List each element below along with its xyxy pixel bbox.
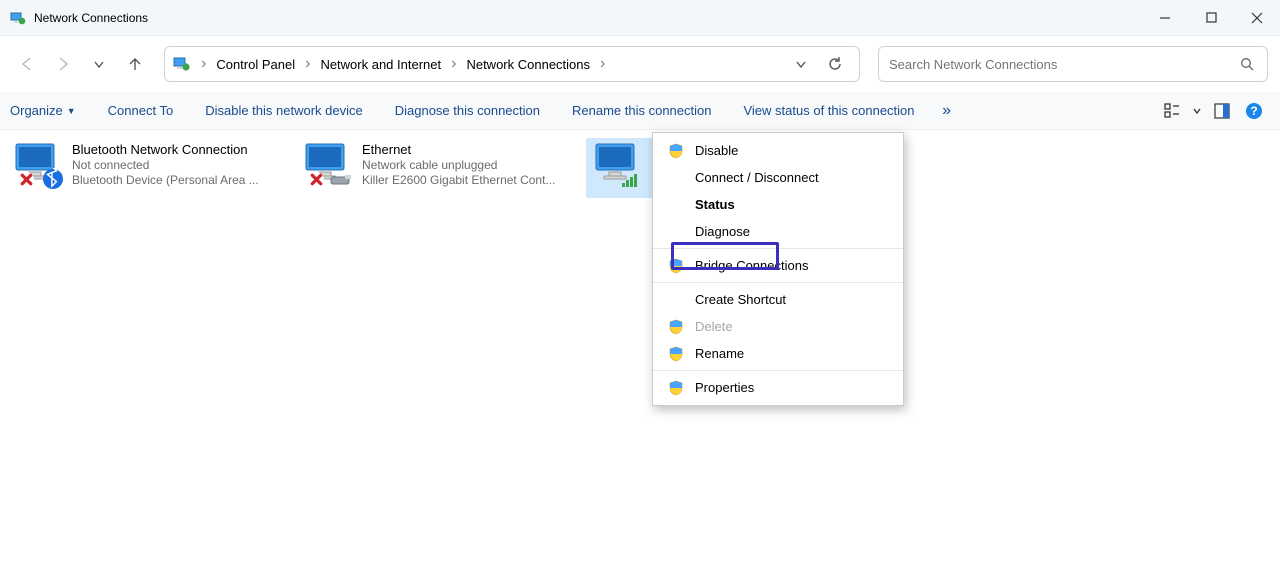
titlebar: Network Connections (0, 0, 1280, 36)
adapter-status: Not connected (72, 158, 259, 172)
chevron-down-icon: ▼ (67, 106, 76, 116)
preview-pane-button[interactable] (1206, 95, 1238, 127)
minimize-button[interactable] (1142, 0, 1188, 36)
address-dropdown[interactable] (785, 48, 817, 80)
ctx-rename[interactable]: Rename (653, 340, 903, 367)
recent-dropdown[interactable] (84, 49, 114, 79)
view-status-button[interactable]: View status of this connection (727, 103, 930, 118)
adapter-icon (592, 142, 640, 186)
chevron-right-icon[interactable]: › (447, 55, 460, 73)
ctx-bridge[interactable]: Bridge Connections (653, 252, 903, 279)
ctx-diagnose[interactable]: Diagnose (653, 218, 903, 245)
navigation-bar: › Control Panel › Network and Internet ›… (0, 36, 1280, 92)
chevron-right-icon[interactable]: › (197, 55, 210, 73)
shield-icon (667, 345, 685, 363)
chevron-right-icon[interactable]: › (596, 55, 609, 73)
context-menu: Disable Connect / Disconnect Status Diag… (652, 132, 904, 406)
adapter-device: Killer E2600 Gigabit Ethernet Cont... (362, 173, 555, 187)
diagnose-button[interactable]: Diagnose this connection (379, 103, 556, 118)
ctx-connect-disconnect[interactable]: Connect / Disconnect (653, 164, 903, 191)
location-icon (173, 55, 191, 73)
ctx-delete: Delete (653, 313, 903, 340)
search-box[interactable] (878, 46, 1268, 82)
app-icon (10, 10, 26, 26)
adapter-device: Bluetooth Device (Personal Area ... (72, 173, 259, 187)
menu-separator (653, 282, 903, 283)
menu-separator (653, 370, 903, 371)
forward-button[interactable] (48, 49, 78, 79)
view-dropdown[interactable] (1188, 95, 1206, 127)
shield-icon (667, 142, 685, 160)
search-icon[interactable] (1237, 57, 1257, 72)
ctx-disable[interactable]: Disable (653, 137, 903, 164)
adapter-icon (12, 142, 60, 186)
shield-icon (667, 257, 685, 275)
window-title: Network Connections (34, 11, 148, 25)
svg-text:?: ? (1250, 104, 1257, 118)
address-bar[interactable]: › Control Panel › Network and Internet ›… (164, 46, 860, 82)
shield-icon (667, 379, 685, 397)
adapter-name: Bluetooth Network Connection (72, 142, 259, 157)
ctx-status[interactable]: Status (653, 191, 903, 218)
items-panel[interactable]: Bluetooth Network Connection Not connect… (0, 130, 1280, 198)
adapter-icon (302, 142, 350, 186)
maximize-button[interactable] (1188, 0, 1234, 36)
up-button[interactable] (120, 49, 150, 79)
connect-to-button[interactable]: Connect To (92, 103, 190, 118)
adapter-bluetooth[interactable]: Bluetooth Network Connection Not connect… (6, 138, 296, 198)
search-input[interactable] (889, 57, 1237, 72)
refresh-button[interactable] (819, 48, 851, 80)
adapter-name: Ethernet (362, 142, 555, 157)
rename-button[interactable]: Rename this connection (556, 103, 727, 118)
ctx-properties[interactable]: Properties (653, 374, 903, 401)
view-options-button[interactable] (1156, 95, 1188, 127)
breadcrumb-network-internet[interactable]: Network and Internet (316, 54, 445, 75)
adapter-ethernet[interactable]: Ethernet Network cable unplugged Killer … (296, 138, 586, 198)
menu-separator (653, 248, 903, 249)
more-commands-button[interactable]: » (931, 102, 963, 120)
shield-icon (667, 318, 685, 336)
breadcrumb-network-connections[interactable]: Network Connections (462, 54, 594, 75)
close-button[interactable] (1234, 0, 1280, 36)
chevron-right-icon[interactable]: › (301, 55, 314, 73)
ctx-create-shortcut[interactable]: Create Shortcut (653, 286, 903, 313)
organize-menu[interactable]: Organize▼ (10, 103, 92, 118)
command-bar: Organize▼ Connect To Disable this networ… (0, 92, 1280, 130)
breadcrumb-control-panel[interactable]: Control Panel (212, 54, 299, 75)
adapter-status: Network cable unplugged (362, 158, 555, 172)
disable-device-button[interactable]: Disable this network device (189, 103, 379, 118)
back-button[interactable] (12, 49, 42, 79)
help-button[interactable]: ? (1238, 95, 1270, 127)
